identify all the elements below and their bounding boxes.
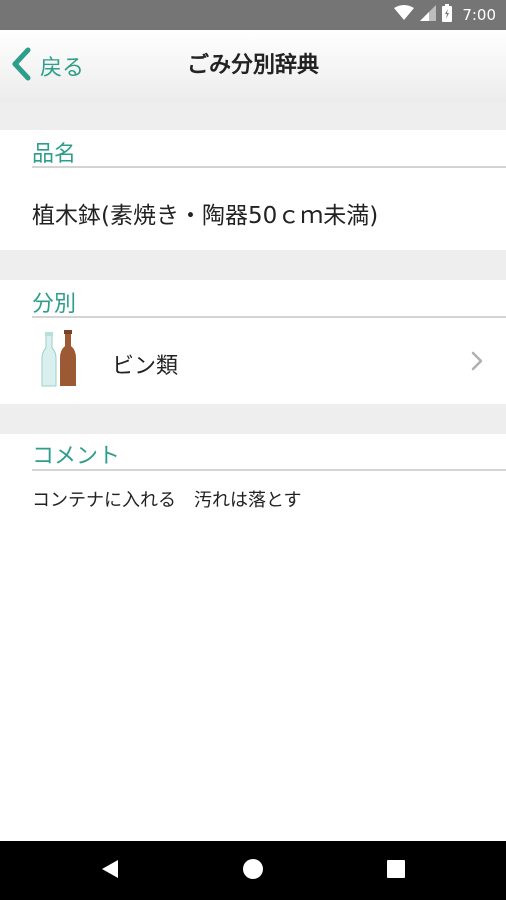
recents-icon	[386, 859, 406, 883]
battery-icon	[442, 4, 453, 26]
item-section: 品名 植木鉢(素焼き・陶器50ｃｍ未満)	[0, 130, 506, 250]
comment-divider	[32, 469, 506, 471]
comment-section: コメント コンテナに入れる 汚れは落とす	[0, 434, 506, 841]
chevron-right-icon	[470, 350, 484, 376]
comment-heading: コメント	[32, 444, 121, 469]
category-divider	[32, 316, 506, 318]
section-gap	[0, 404, 506, 434]
nav-recents-button[interactable]	[366, 841, 426, 900]
nav-home-button[interactable]	[223, 841, 283, 900]
home-icon	[242, 858, 264, 884]
back-icon	[100, 858, 120, 884]
category-label: ビン類	[112, 354, 179, 379]
navigation-bar	[0, 841, 506, 900]
status-bar: 7:00	[0, 0, 506, 30]
page-title: ごみ分別辞典	[186, 53, 319, 78]
section-gap	[0, 250, 506, 280]
bottles-icon	[40, 330, 80, 392]
status-icons: 7:00	[394, 0, 496, 30]
category-heading: 分別	[32, 292, 77, 317]
comment-text: コンテナに入れる 汚れは落とす	[32, 490, 302, 511]
signal-icon	[420, 5, 437, 25]
wifi-icon	[394, 5, 415, 25]
item-heading: 品名	[32, 142, 77, 167]
app-header: 戻る ごみ分別辞典	[0, 30, 506, 102]
section-gap	[0, 102, 506, 130]
status-time: 7:00	[462, 6, 496, 24]
category-row[interactable]: ビン類	[0, 320, 506, 404]
item-name: 植木鉢(素焼き・陶器50ｃｍ未満)	[32, 203, 379, 229]
item-divider	[32, 166, 506, 168]
nav-back-button[interactable]	[80, 841, 140, 900]
category-section: 分別 ビン類	[0, 280, 506, 404]
